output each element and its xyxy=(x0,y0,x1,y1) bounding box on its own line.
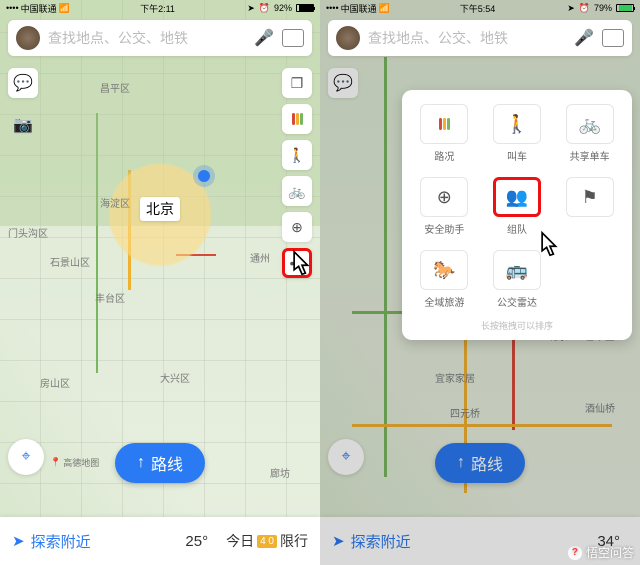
carrier-label: 中国联通 xyxy=(341,2,377,15)
search-input[interactable]: 查找地点、公交、地铁 xyxy=(48,28,246,48)
explore-nearby[interactable]: ➤ 探索附近 xyxy=(12,531,175,552)
hail-taxi-button[interactable]: 🚶 xyxy=(282,140,312,170)
safety-button[interactable]: ⊕ xyxy=(282,212,312,242)
phone-screenshot-left: •••• 中国联通 📶 下午2:11 ➤ ⏰ 92% 查找地点、公交、地铁 🎤 … xyxy=(0,0,320,565)
map-attribution: 📍高德地图 xyxy=(50,456,99,469)
alarm-icon: ⏰ xyxy=(259,3,270,14)
traffic-restriction[interactable]: 今日 4 0 限行 xyxy=(226,531,308,551)
tool-column: ❐ 🚶 🚲 ⊕ ••• xyxy=(282,68,312,278)
mic-icon[interactable]: 🎤 xyxy=(574,28,594,48)
battery-icon xyxy=(616,4,634,12)
camera-icon[interactable]: 📷 xyxy=(8,110,38,140)
paper-plane-icon: ➤ xyxy=(12,532,25,550)
message-button[interactable]: 💬 xyxy=(8,68,38,98)
status-bar: •••• 中国联通 📶 下午5:54 ➤ ⏰ 79% xyxy=(320,0,640,16)
current-location-dot xyxy=(198,170,210,182)
mic-icon[interactable]: 🎤 xyxy=(254,28,274,48)
battery-percent: 92% xyxy=(274,3,292,13)
more-button[interactable]: ••• xyxy=(282,248,312,278)
map-center-label: 北京 xyxy=(140,197,180,221)
route-button[interactable]: ↑ 路线 xyxy=(115,443,205,483)
search-input[interactable]: 查找地点、公交、地铁 xyxy=(368,28,566,48)
watermark: ? 悟空问答 xyxy=(568,544,634,561)
battery-icon xyxy=(296,4,314,12)
wifi-icon: 📶 xyxy=(379,3,390,14)
tools-popover: 路况 🚶 叫车 🚲 共享单车 ⊕ 安全助手 👥 组队 ⚑ xyxy=(402,90,632,340)
wifi-icon: 📶 xyxy=(59,3,70,14)
popover-item-safety[interactable]: ⊕ 安全助手 xyxy=(410,173,479,240)
arrow-up-icon: ↑ xyxy=(137,454,145,472)
layers-button[interactable]: ❐ xyxy=(282,68,312,98)
popover-hint: 长按拖拽可以排序 xyxy=(410,313,624,336)
locate-button[interactable]: ⌖ xyxy=(8,439,44,475)
search-bar[interactable]: 查找地点、公交、地铁 🎤 xyxy=(328,20,632,56)
scan-icon[interactable] xyxy=(602,29,624,47)
popover-item-traffic[interactable]: 路况 xyxy=(410,100,479,167)
bottom-bar: ➤ 探索附近 25° 今日 4 0 限行 xyxy=(0,517,320,565)
signal-dots: •••• xyxy=(326,3,339,13)
search-bar[interactable]: 查找地点、公交、地铁 🎤 xyxy=(8,20,312,56)
avatar[interactable] xyxy=(16,26,40,50)
popover-item-bike[interactable]: 🚲 共享单车 xyxy=(555,100,624,167)
time-label: 下午2:11 xyxy=(140,2,175,15)
popover-item-team[interactable]: 👥 组队 xyxy=(483,173,552,240)
phone-screenshot-right: •••• 中国联通 📶 下午5:54 ➤ ⏰ 79% 查找地点、公交、地铁 🎤 … xyxy=(320,0,640,565)
popover-item-bus-radar[interactable]: 🚌 公交雷达 xyxy=(483,246,552,313)
alarm-icon: ⏰ xyxy=(579,3,590,14)
time-label: 下午5:54 xyxy=(460,2,496,15)
scan-icon[interactable] xyxy=(282,29,304,47)
signal-dots: •••• xyxy=(6,3,19,13)
battery-percent: 79% xyxy=(594,3,612,13)
status-bar: •••• 中国联通 📶 下午2:11 ➤ ⏰ 92% xyxy=(0,0,320,16)
temperature[interactable]: 25° xyxy=(185,533,208,550)
bike-button[interactable]: 🚲 xyxy=(282,176,312,206)
avatar[interactable] xyxy=(336,26,360,50)
traffic-button[interactable] xyxy=(282,104,312,134)
carrier-label: 中国联通 xyxy=(21,2,57,15)
location-icon: ➤ xyxy=(247,3,255,14)
location-icon: ➤ xyxy=(567,3,575,14)
popover-item-travel[interactable]: 🐎 全域旅游 xyxy=(410,246,479,313)
popover-item-report[interactable]: ⚑ xyxy=(555,173,624,240)
popover-item-hail[interactable]: 🚶 叫车 xyxy=(483,100,552,167)
